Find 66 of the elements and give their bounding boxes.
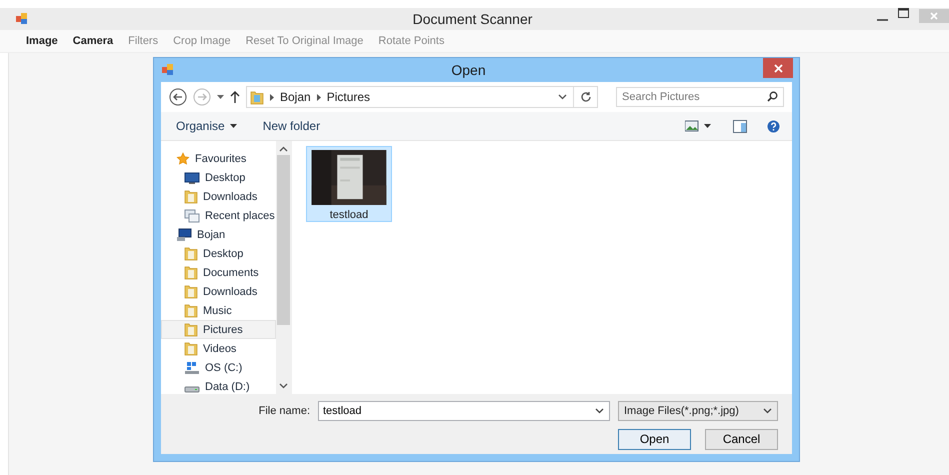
close-button[interactable] [763,58,793,78]
close-icon [930,12,938,20]
nav-item[interactable]: Videos [161,339,276,358]
view-icon[interactable] [685,120,713,132]
nav-item[interactable]: Downloads [161,282,276,301]
dialog-button[interactable]: Cancel [705,428,778,450]
scroll-down-icon[interactable] [279,383,288,389]
scroll-up-icon[interactable] [279,146,288,152]
help-icon[interactable] [767,120,780,132]
drive-icon [184,360,200,374]
nav-item[interactable]: Music [161,301,276,320]
nav-item[interactable]: Data (D:) [161,377,276,394]
chevron-icon [270,94,274,100]
nav-item[interactable]: Desktop [161,244,276,263]
folder-icon [184,303,198,318]
caret-icon [763,408,772,414]
back-icon[interactable] [169,88,187,106]
caret-icon[interactable] [217,95,224,99]
file-name: testload [330,209,368,221]
recent-places-icon [184,208,200,222]
preview-pane-icon[interactable] [733,120,747,132]
nav-item[interactable]: Documents [161,263,276,282]
file-name-label: File name: [258,405,310,417]
nav-item[interactable]: Favourites [161,149,276,168]
folder-icon [184,265,198,280]
dialog-title: Open [450,62,487,78]
folder-icon [184,341,198,356]
caret-icon[interactable] [558,94,567,100]
toolbar-button[interactable]: New folder [260,117,324,135]
close-icon [774,64,782,72]
folder-icon [184,284,198,299]
nav-item[interactable]: OS (C:) [161,358,276,377]
folder-icon [184,189,198,204]
caret-icon [230,124,237,128]
drive-icon [184,386,200,393]
maximize-icon[interactable] [898,8,909,18]
scrollbar[interactable] [276,141,291,394]
nav-item[interactable]: Recent places [161,206,276,225]
computer-icon [176,228,192,242]
up-arrow-icon[interactable] [230,91,240,103]
search-icon [767,91,778,102]
file-type-dropdown[interactable]: Image Files(*.png;*.jpg) [618,401,778,421]
menu-item[interactable]: Camera [72,35,114,47]
nav-item[interactable]: Pictures [161,320,276,339]
window-title: Document Scanner [412,11,534,27]
breadcrumb-item[interactable]: Pictures [326,90,370,104]
refresh-icon[interactable] [580,91,592,103]
toolbar-button[interactable]: Organise [173,117,240,135]
nav-item[interactable]: Bojan [161,225,276,244]
chevron-icon [316,94,321,100]
dialog-button[interactable]: Open [618,428,691,450]
caret-icon[interactable] [595,408,604,414]
nav-item[interactable]: Desktop [161,168,276,187]
pictures-folder-icon [250,90,264,104]
folder-icon [184,246,198,261]
monitor-icon [184,170,200,184]
app-icon [162,64,174,76]
breadcrumb-item[interactable]: Bojan [280,90,311,104]
nav-item[interactable]: Downloads [161,187,276,206]
folder-icon [184,322,198,337]
star-icon [176,152,190,166]
file-item[interactable]: testload [306,146,392,222]
file-name-field[interactable]: testload [318,401,610,421]
app-icon [16,13,28,25]
search-field[interactable]: Search Pictures [616,87,784,107]
menu-item[interactable]: Image [26,35,58,47]
